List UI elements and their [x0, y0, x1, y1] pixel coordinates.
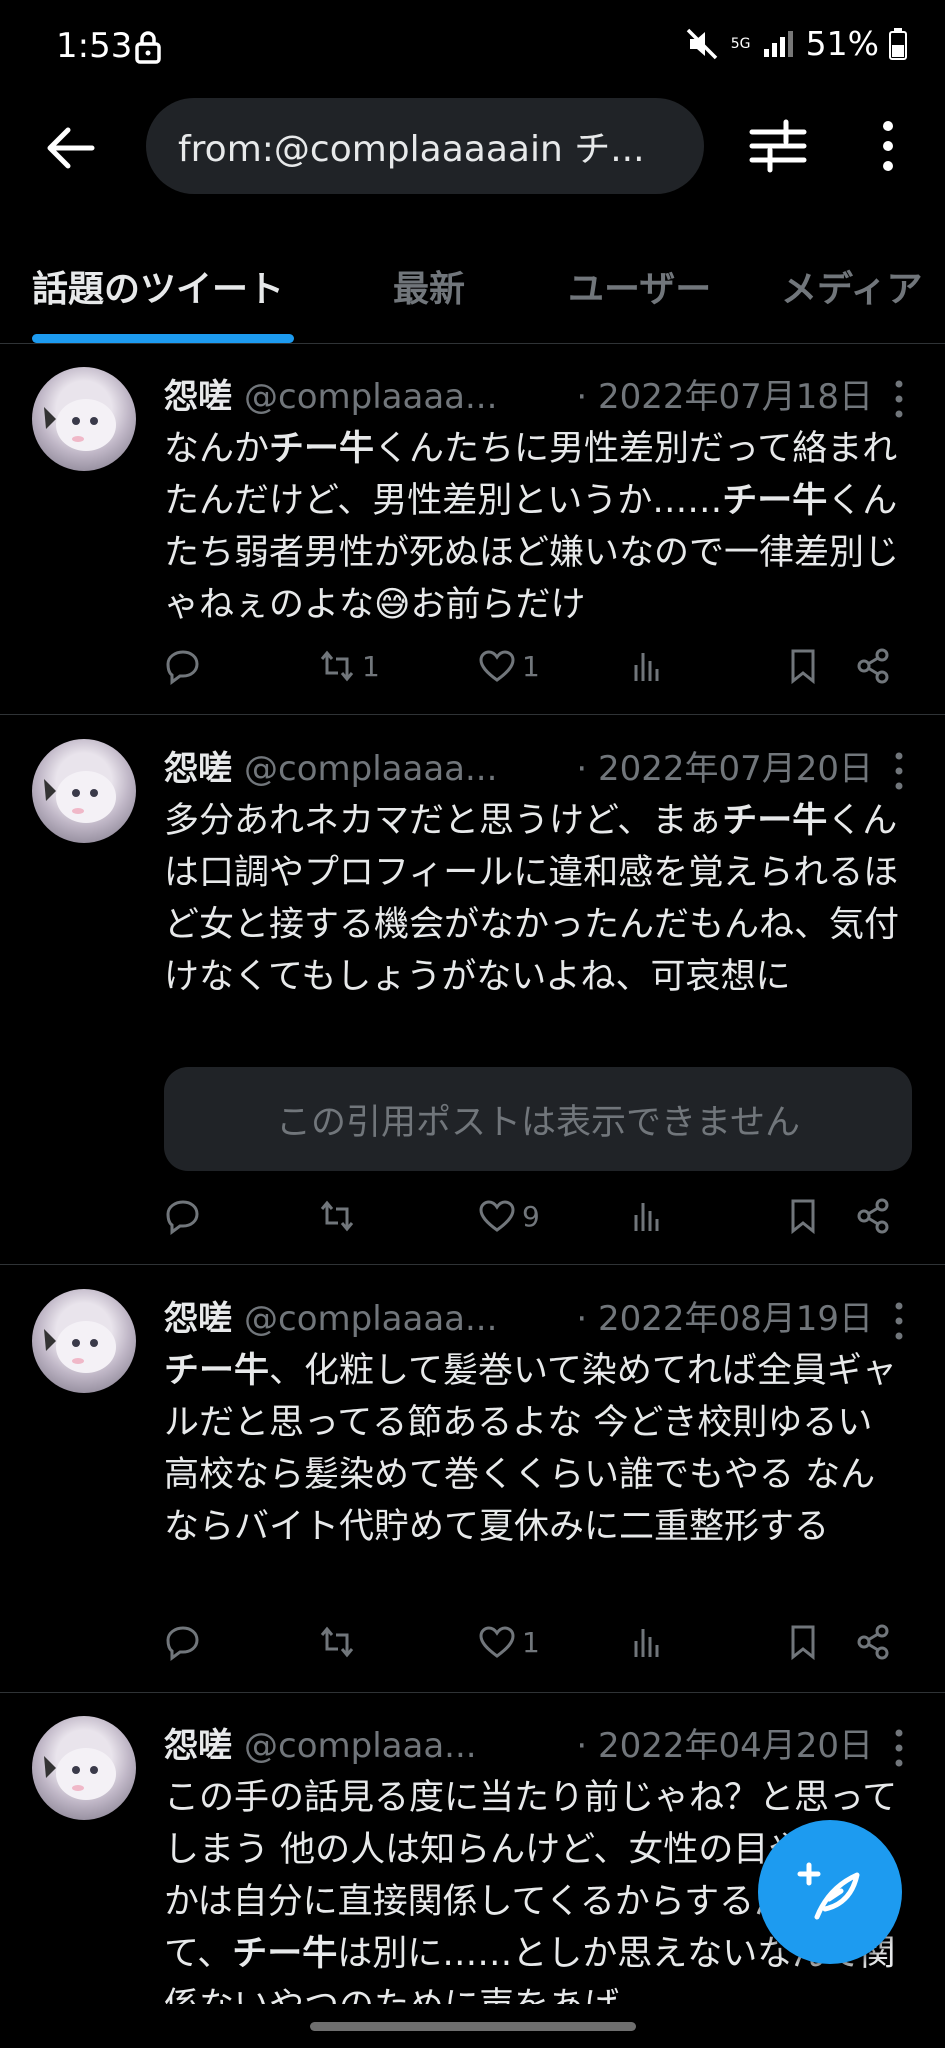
mute-icon — [686, 28, 717, 59]
reply-button[interactable] — [164, 647, 208, 685]
avatar[interactable] — [32, 367, 136, 471]
tweet-date: · 2022年07月20日 — [576, 749, 873, 789]
author-name[interactable]: 怨嗟 — [164, 1726, 232, 1766]
tweet[interactable]: 怨嗟 @complaaaa... · 2022年08月19日 チー牛、化粧して髪巻… — [0, 1267, 945, 1693]
status-time: 1:53 — [56, 26, 133, 66]
author-handle[interactable]: @complaaaa... — [244, 1299, 497, 1339]
like-button[interactable]: 1 — [478, 1623, 540, 1661]
share-icon — [857, 1624, 889, 1660]
avatar[interactable] — [32, 739, 136, 843]
views-button[interactable] — [628, 1197, 666, 1235]
retweet-button[interactable] — [318, 1197, 362, 1235]
active-tab-indicator — [32, 334, 294, 343]
reply-button[interactable] — [164, 1197, 208, 1235]
share-icon — [857, 1198, 889, 1234]
tweet[interactable]: 怨嗟 @complaaaa... · 2022年07月18日 なんかチー牛くんたち… — [0, 345, 945, 715]
search-input[interactable]: from:@complaaaaain チ... — [146, 98, 704, 194]
reply-icon — [166, 1200, 199, 1235]
bookmark-icon — [791, 1199, 815, 1235]
battery-percent: 51% — [805, 24, 879, 63]
retweet-icon — [320, 1626, 354, 1658]
signal-icon — [763, 30, 793, 57]
retweet-button[interactable] — [318, 1623, 362, 1661]
views-icon — [634, 653, 659, 681]
tweet-more-icon[interactable] — [893, 751, 905, 791]
tweet-text: なんかチー牛くんたちに男性差別だって絡まれたんだけど、男性差別というか……チー牛… — [164, 429, 900, 625]
lock-icon — [135, 31, 161, 64]
reply-icon — [166, 1626, 199, 1661]
views-icon — [634, 1629, 659, 1657]
share-button[interactable] — [854, 647, 892, 685]
author-handle[interactable]: @complaaaa... — [244, 749, 497, 789]
tweet-date: · 2022年08月19日 — [576, 1299, 873, 1339]
share-button[interactable] — [854, 1197, 892, 1235]
author-handle[interactable]: @complaaaa... — [244, 377, 497, 417]
share-icon — [857, 648, 889, 684]
compose-button[interactable] — [758, 1820, 902, 1964]
tweet[interactable]: 怨嗟 @complaaaa... · 2022年07月20日 多分あれネカマだと思… — [0, 717, 945, 1265]
avatar[interactable] — [32, 1716, 136, 1820]
tweet-more-icon[interactable] — [893, 379, 905, 419]
retweet-icon — [320, 650, 354, 682]
home-indicator[interactable] — [310, 2022, 636, 2031]
tab-top[interactable]: 話題のツイート — [32, 260, 284, 312]
tweet-text: 多分あれネカマだと思うけど、まぁチー牛くんは口調やプロフィールに違和感を覚えられ… — [164, 801, 900, 997]
author-handle[interactable]: @complaaa... — [244, 1726, 477, 1766]
share-button[interactable] — [854, 1623, 892, 1661]
tab-media[interactable]: メディア — [781, 260, 922, 312]
back-arrow-icon[interactable] — [40, 118, 100, 178]
more-vertical-icon[interactable] — [868, 116, 908, 176]
tweet-actions: 9 — [164, 1197, 904, 1243]
bookmark-button[interactable] — [784, 647, 822, 685]
views-button[interactable] — [628, 647, 666, 685]
author-name[interactable]: 怨嗟 — [164, 749, 232, 789]
views-button[interactable] — [628, 1623, 666, 1661]
search-tabs: 話題のツイート 最新 ユーザー メディア — [0, 238, 945, 344]
compose-icon — [797, 1862, 860, 1920]
reply-icon — [166, 650, 199, 685]
avatar[interactable] — [32, 1289, 136, 1393]
tweet-date: · 2022年04月20日 — [576, 1726, 873, 1766]
bookmark-icon — [791, 1625, 815, 1661]
like-icon — [479, 650, 515, 682]
tweet-more-icon[interactable] — [893, 1301, 905, 1341]
battery-icon — [889, 27, 907, 60]
like-button[interactable]: 1 — [478, 647, 540, 685]
views-icon — [634, 1203, 659, 1231]
tweet-actions: 1 — [164, 1623, 904, 1669]
reply-button[interactable] — [164, 1623, 208, 1661]
like-icon — [479, 1626, 515, 1658]
tab-users[interactable]: ユーザー — [568, 260, 711, 312]
top-bar: from:@complaaaaain チ... — [0, 92, 945, 200]
network-label: 5G — [730, 35, 751, 52]
bookmark-button[interactable] — [784, 1197, 822, 1235]
bookmark-button[interactable] — [784, 1623, 822, 1661]
retweet-button[interactable]: 1 — [318, 647, 380, 685]
tab-latest[interactable]: 最新 — [393, 260, 465, 312]
author-name[interactable]: 怨嗟 — [164, 1299, 232, 1339]
tweet-more-icon[interactable] — [893, 1728, 905, 1768]
like-button[interactable]: 9 — [478, 1197, 540, 1235]
bookmark-icon — [791, 649, 815, 685]
tweet-text: チー牛、化粧して髪巻いて染めてれば全員ギャルだと思ってる節あるよな 今どき校則ゆ… — [164, 1351, 897, 1547]
retweet-icon — [320, 1200, 354, 1232]
filter-sliders-icon[interactable] — [748, 116, 808, 176]
tweet-date: · 2022年07月18日 — [576, 377, 873, 417]
author-name[interactable]: 怨嗟 — [164, 377, 232, 417]
status-bar: 1:53 5G 51% — [0, 0, 945, 92]
like-icon — [479, 1200, 515, 1232]
quoted-post-unavailable[interactable]: この引用ポストは表示できません — [164, 1067, 912, 1171]
tweet-actions: 1 1 — [164, 647, 904, 693]
